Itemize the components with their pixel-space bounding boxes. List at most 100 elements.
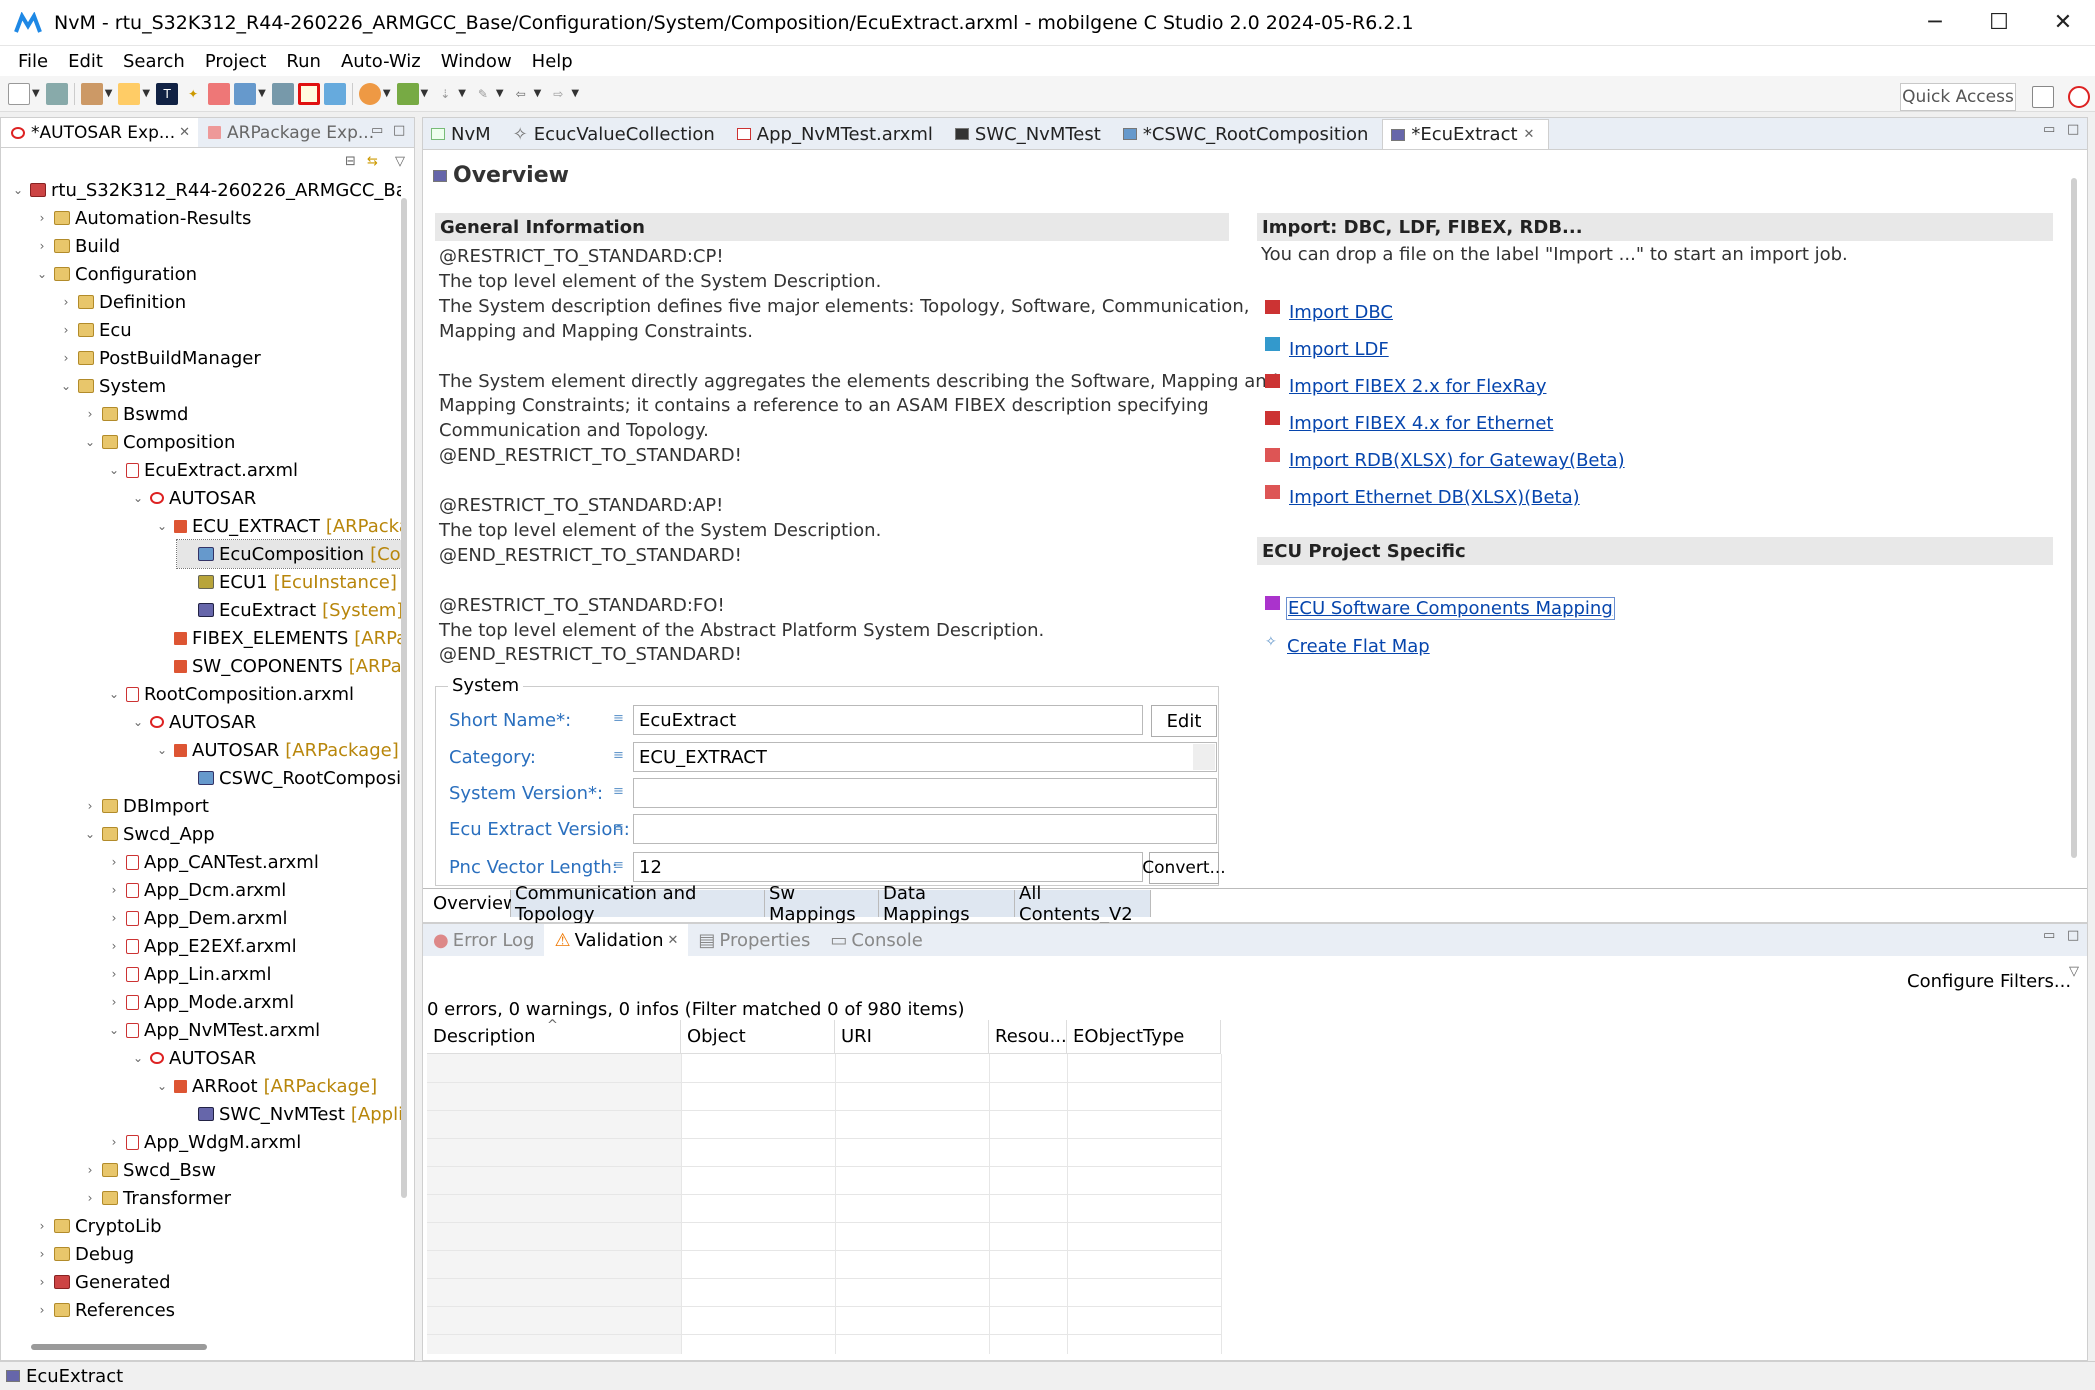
tree-item[interactable]: FIBEX_ELEMENTS[ARPackage] (153, 624, 401, 652)
create-flat-map-link[interactable]: Create Flat Map (1287, 636, 1430, 657)
column-eobjecttype[interactable]: EObjectType (1067, 1020, 1221, 1054)
tree-item[interactable]: › Transformer (81, 1184, 231, 1212)
forward-dropdown-icon[interactable]: ▼ (571, 88, 579, 99)
tool-icon[interactable] (118, 82, 141, 105)
field-input[interactable]: ECU_EXTRACT (633, 742, 1217, 772)
close-tab-icon[interactable]: ✕ (179, 125, 190, 140)
menu-project[interactable]: Project (195, 51, 277, 72)
editor-tab-ecucvaluecollection[interactable]: ✧ EcucValueCollection (505, 119, 729, 149)
form-tab[interactable]: All Contents_V2 (1015, 883, 1151, 925)
import-link[interactable]: Import FIBEX 2.x for FlexRay (1289, 376, 1546, 397)
collapsed-chevron-icon[interactable]: › (33, 211, 51, 225)
tree-item[interactable]: SWC_NvMTest[ApplicationSwComponentType] (177, 1100, 401, 1128)
maximize-view-icon[interactable]: □ (393, 123, 405, 138)
collapsed-chevron-icon[interactable]: › (57, 323, 75, 337)
import-link[interactable]: Import FIBEX 4.x for Ethernet (1289, 413, 1553, 434)
collapsed-chevron-icon[interactable]: › (33, 1219, 51, 1233)
editor-tab-ecuextract[interactable]: *EcuExtract ✕ (1382, 119, 1550, 149)
form-tab[interactable]: Data Mappings (879, 883, 1015, 925)
convert-button[interactable]: Convert... (1142, 852, 1226, 884)
import-link[interactable]: Import LDF (1289, 339, 1389, 360)
quick-access-input[interactable]: Quick Access (1900, 83, 2016, 111)
warning-dropdown-icon[interactable]: ▼ (383, 88, 391, 99)
maximize-button[interactable]: ☐ (1967, 0, 2031, 46)
expanded-chevron-icon[interactable]: ⌄ (33, 267, 51, 281)
form-tab[interactable]: Overview (429, 890, 518, 917)
import-link[interactable]: Import DBC (1289, 302, 1393, 323)
tree-item[interactable]: › App_Dcm.arxml (105, 876, 287, 904)
minimize-button[interactable]: ─ (1903, 0, 1967, 46)
collapsed-chevron-icon[interactable]: › (57, 351, 75, 365)
editor-tab-cswc-rootcomposition[interactable]: *CSWC_RootComposition (1115, 119, 1383, 149)
expanded-chevron-icon[interactable]: ⌄ (153, 519, 171, 533)
tree-item[interactable]: › App_WdgM.arxml (105, 1128, 302, 1156)
tab-error-log[interactable]: ● Error Log (423, 924, 544, 956)
tree-item[interactable]: › Swcd_Bsw (81, 1156, 216, 1184)
ecu-software-components-mapping-link[interactable]: ECU Software Components Mapping (1286, 597, 1615, 620)
perspective-open-icon[interactable] (2032, 86, 2054, 108)
menu-run[interactable]: Run (276, 51, 331, 72)
tree-item[interactable]: ⌄ Composition (81, 428, 235, 456)
warning-icon[interactable] (358, 82, 381, 105)
edit-button[interactable]: Edit (1151, 705, 1217, 737)
collapsed-chevron-icon[interactable]: › (33, 1303, 51, 1317)
build-dropdown-icon[interactable]: ▼ (105, 88, 113, 99)
tree-item[interactable]: EcuExtract [System] (177, 596, 401, 624)
tab-autosar-explorer[interactable]: *AUTOSAR Exp... ✕ (1, 118, 198, 147)
collapsed-chevron-icon[interactable]: › (105, 995, 123, 1009)
field-input[interactable] (633, 814, 1217, 844)
collapsed-chevron-icon[interactable]: › (105, 1135, 123, 1149)
collapsed-chevron-icon[interactable]: › (57, 295, 75, 309)
tab-properties[interactable]: ▤ Properties (688, 924, 820, 956)
tree-item[interactable]: › Debug (33, 1240, 135, 1268)
collapsed-chevron-icon[interactable]: › (81, 1191, 99, 1205)
tab-arpackage-explorer[interactable]: ARPackage Exp... (198, 118, 382, 147)
tab-console[interactable]: ▭ Console (820, 924, 932, 956)
column-uri[interactable]: URI (835, 1020, 989, 1054)
build-icon[interactable] (80, 82, 103, 105)
tree-item[interactable]: ⌄ Configuration (33, 260, 197, 288)
tree-item[interactable]: ⌄ System (57, 372, 166, 400)
chart-icon[interactable] (208, 82, 231, 105)
tree-item[interactable]: › PostBuildManager (57, 344, 261, 372)
annotation-icon[interactable]: ⇣ (434, 83, 456, 105)
tree-item[interactable]: › Bswmd (81, 400, 189, 428)
menu-search[interactable]: Search (113, 51, 195, 72)
expanded-chevron-icon[interactable]: ⌄ (105, 463, 123, 477)
expanded-chevron-icon[interactable]: ⌄ (129, 491, 147, 505)
minimize-bottom-icon[interactable]: ▭ (2043, 928, 2055, 943)
column-description[interactable]: Description ^ (427, 1018, 681, 1054)
collapsed-chevron-icon[interactable]: › (105, 911, 123, 925)
tree-item[interactable]: › Generated (33, 1268, 171, 1296)
expanded-chevron-icon[interactable]: ⌄ (129, 715, 147, 729)
tree-item[interactable]: › App_Lin.arxml (105, 960, 272, 988)
tree-item[interactable]: › DBImport (81, 792, 209, 820)
tree-horizontal-scrollbar[interactable] (31, 1344, 207, 1350)
menu-help[interactable]: Help (522, 51, 583, 72)
minimize-editor-icon[interactable]: ▭ (2043, 122, 2055, 137)
tree-item[interactable]: CSWC_RootComposition (177, 764, 401, 792)
editor-tab-app-nvmtest-arxml[interactable]: App_NvMTest.arxml (729, 119, 947, 149)
tree-item[interactable]: ⌄ Swcd_App (81, 820, 215, 848)
tree-item[interactable]: › App_Dem.arxml (105, 904, 288, 932)
tree-item[interactable]: › App_E2EXf.arxml (105, 932, 297, 960)
tree-item[interactable]: › Automation-Results (33, 204, 252, 232)
link-with-editor-icon[interactable]: ⇆ (367, 154, 378, 169)
expanded-chevron-icon[interactable]: ⌄ (105, 687, 123, 701)
tool-dropdown-icon[interactable]: ▼ (142, 88, 150, 99)
link-dropdown-icon[interactable]: ▼ (421, 88, 429, 99)
report-icon[interactable] (271, 82, 294, 105)
graph-icon[interactable] (234, 82, 257, 105)
field-input[interactable] (633, 778, 1217, 808)
new-dropdown-icon[interactable]: ▼ (32, 88, 40, 99)
sparkle-icon[interactable]: ✦ (182, 83, 204, 105)
view-menu-icon[interactable]: ▽ (395, 154, 405, 169)
category-dropdown-button[interactable] (1193, 744, 1215, 770)
menu-window[interactable]: Window (431, 51, 522, 72)
tree-item[interactable]: ⌄ ECU_EXTRACT[ARPackage] (153, 512, 401, 540)
expanded-chevron-icon[interactable]: ⌄ (57, 379, 75, 393)
tab-validation[interactable]: ⚠ Validation ✕ (544, 924, 689, 956)
tree-item[interactable]: ⌄ App_NvMTest.arxml (105, 1016, 320, 1044)
expanded-chevron-icon[interactable]: ⌄ (9, 183, 27, 197)
expanded-chevron-icon[interactable]: ⌄ (105, 1023, 123, 1037)
